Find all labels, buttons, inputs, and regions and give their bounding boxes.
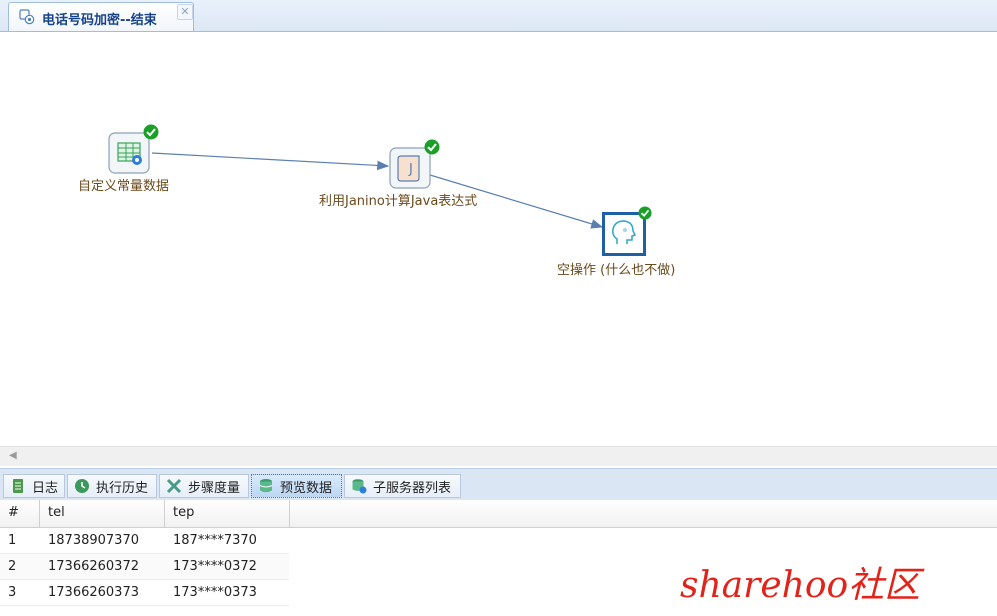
step-label: 利用Janino计算Java表达式 — [319, 194, 478, 209]
slave-servers-icon — [352, 479, 367, 494]
tab-log-label: 日志 — [32, 480, 59, 496]
hops-layer — [151, 152, 604, 229]
tab-step-metrics[interactable]: 步骤度量 — [159, 474, 249, 498]
cell-tel: 17366260373 — [48, 585, 139, 600]
tab-slave-servers[interactable]: 子服务器列表 — [344, 474, 461, 498]
tab-execution-history[interactable]: 执行历史 — [67, 474, 157, 498]
table-row[interactable]: 1 18738907370 187****7370 — [0, 528, 289, 554]
cell-index: 2 — [8, 559, 17, 574]
column-header-index[interactable]: # — [0, 500, 40, 528]
hop-1-arrow[interactable] — [151, 152, 390, 171]
step-label: 空操作 (什么也不做) — [557, 263, 676, 278]
table-row[interactable]: 2 17366260372 173****0372 — [0, 554, 289, 580]
preview-data-icon — [259, 479, 273, 493]
transformation-icon — [19, 9, 35, 25]
success-check-icon — [143, 124, 159, 140]
column-header-tel[interactable]: tel — [40, 500, 165, 528]
kettle-spoon-window: 电话号码加密--结束 ✕ 自定义常量数据 J 利用Janino计算Java表达式… — [0, 0, 997, 616]
svg-text:J: J — [408, 162, 413, 177]
cell-tel: 17366260372 — [48, 559, 139, 574]
watermark: sharehoo社区 — [680, 565, 921, 606]
execution-results-tabs: 日志 执行历史 步骤度量 预览数据 子服务器列表 — [0, 468, 997, 500]
transformation-tab-title: 电话号码加密--结束 — [42, 13, 157, 28]
history-icon — [75, 479, 89, 493]
table-row[interactable]: 3 17366260373 173****0373 — [0, 580, 289, 606]
column-header-tep[interactable]: tep — [165, 500, 290, 528]
success-check-icon — [638, 206, 652, 220]
cell-tep: 173****0372 — [173, 559, 257, 574]
cell-index: 1 — [8, 533, 17, 548]
close-icon[interactable]: ✕ — [177, 4, 193, 20]
transformation-tab[interactable]: 电话号码加密--结束 ✕ — [8, 2, 194, 31]
tab-preview-data-label: 预览数据 — [280, 480, 333, 496]
tab-log[interactable]: 日志 — [3, 474, 65, 498]
transformation-canvas[interactable]: 自定义常量数据 J 利用Janino计算Java表达式 空操作 (什么也不做) — [2, 33, 997, 446]
success-check-icon — [424, 139, 440, 155]
step-metrics-icon — [166, 478, 182, 494]
step-constant-data[interactable] — [108, 124, 159, 174]
canvas-horizontal-scrollbar[interactable]: ◀ — [0, 446, 997, 466]
cell-index: 3 — [8, 585, 17, 600]
tab-preview-data[interactable]: 预览数据 — [251, 474, 342, 498]
scroll-left-arrow-icon[interactable]: ◀ — [9, 450, 17, 461]
tab-execution-history-label: 执行历史 — [96, 480, 149, 496]
cell-tep: 173****0373 — [173, 585, 257, 600]
tab-slave-servers-label: 子服务器列表 — [373, 480, 452, 496]
table-header: # tel tep — [0, 500, 997, 528]
tab-step-metrics-label: 步骤度量 — [188, 480, 241, 496]
cell-tep: 187****7370 — [173, 533, 257, 548]
cell-tel: 18738907370 — [48, 533, 139, 548]
step-label: 自定义常量数据 — [78, 179, 170, 194]
document-tab-strip: 电话号码加密--结束 ✕ — [0, 0, 997, 32]
log-icon — [13, 479, 23, 493]
step-dummy[interactable] — [602, 206, 652, 256]
step-janino[interactable]: J — [389, 139, 440, 189]
